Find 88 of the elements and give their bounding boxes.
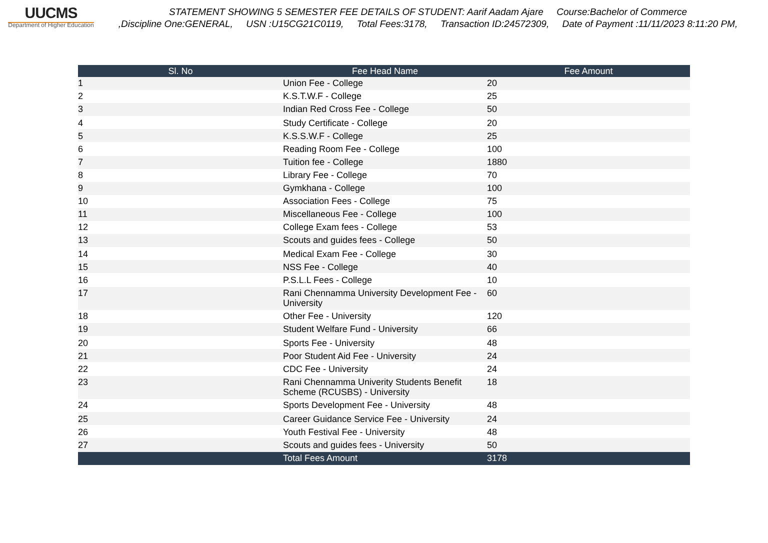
table-cell-text: 18 xyxy=(78,311,90,322)
table-cell-text: 20 xyxy=(487,118,498,128)
table-cell-text: 14 xyxy=(78,248,90,260)
table-cell-text: 24 xyxy=(487,364,498,374)
table-cell-text: 26 xyxy=(78,426,90,438)
table-cell-text: Poor Student Aid Fee - University xyxy=(283,350,418,362)
table-cell-text: College Exam fees - College xyxy=(283,222,398,233)
table-cell-text: 18 xyxy=(487,376,498,389)
table-cell-text: 48 xyxy=(487,400,498,411)
table-cell-text: 1 xyxy=(78,78,84,89)
table-cell-text: 2 xyxy=(78,91,84,102)
table-cell-text: Scouts and guides fees - University xyxy=(283,440,426,450)
table-cell-text: Miscellaneous Fee - College xyxy=(283,209,398,220)
table-cell-text: 19 xyxy=(78,324,90,335)
table-cell-text: Gymkhana - College xyxy=(283,183,366,194)
table-cell-text: Indian Red Cross Fee - College xyxy=(283,104,410,115)
table-cell-text: 4 xyxy=(78,118,84,128)
table-cell-text: 66 xyxy=(487,324,498,335)
table-cell-text: 24 xyxy=(78,400,90,411)
table-cell-text: 23 xyxy=(78,376,90,389)
column-header: Fee Amount xyxy=(564,66,613,76)
table-cell-text: 17 xyxy=(78,288,90,300)
table-cell-text: NSS Fee - College xyxy=(283,262,360,272)
table-cell-text: Student Welfare Fund - University xyxy=(283,324,419,335)
table-cell-text: 50 xyxy=(487,235,498,246)
table-cell-text: Scouts and guides fees - College xyxy=(283,235,416,246)
table-cell-text: 10 xyxy=(78,196,90,207)
table-cell-text: 25 xyxy=(78,414,90,424)
table-cell-text: Tuition fee - College xyxy=(283,156,364,168)
table-cell-text: 27 xyxy=(78,440,90,450)
table-cell-text: Study Certificate - College xyxy=(283,118,389,128)
table-cell-text: 8 xyxy=(78,170,84,180)
table-cell-text: Rani Chennamma Univerity Students Benefit Scheme (RCUSBS) - University xyxy=(283,376,463,398)
table-cell-text: 1880 xyxy=(487,156,508,168)
table-cell-text: 53 xyxy=(487,222,498,233)
table-cell-text: 9 xyxy=(78,183,84,194)
table-cell-text: CDC Fee - University xyxy=(283,364,370,374)
table-cell-text: 16 xyxy=(78,274,90,286)
table-cell-text: 24 xyxy=(487,350,498,362)
table-cell-text: 21 xyxy=(78,350,90,362)
table-cell-text: 25 xyxy=(487,130,498,142)
table-cell-text: Library Fee - College xyxy=(283,170,368,180)
table-cell-text: 75 xyxy=(487,196,498,207)
table-cell-text: 100 xyxy=(487,209,504,220)
total-value: 3178 xyxy=(487,452,508,464)
table-cell-text: 48 xyxy=(487,338,498,348)
table-cell-text: K.S.T.W.F - College xyxy=(283,91,363,102)
table-cell-text: 6 xyxy=(78,144,84,154)
table-cell-text: Sports Development Fee - University xyxy=(283,400,432,411)
table-cell-text: 100 xyxy=(487,144,504,154)
table-cell-text: 15 xyxy=(78,262,90,272)
table-cell-text: Sports Fee - University xyxy=(283,338,376,348)
table-cell-text: 12 xyxy=(78,222,90,233)
table-cell-text: 22 xyxy=(78,364,90,374)
statement-details: ,Discipline One:GENERAL, USN :U15CG21C0119, Total Fees:3178, Transaction ID:24572309, Date of Payment :11/11/2023 8:11:20 PM, xyxy=(118,19,738,31)
table-cell-text: 50 xyxy=(487,440,498,450)
table-cell-text: Medical Exam Fee - College xyxy=(283,248,398,260)
table-cell-text: 11 xyxy=(78,209,88,220)
table-cell-text: 70 xyxy=(487,170,498,180)
table-cell-text: 13 xyxy=(78,235,90,246)
table-cell-text: 40 xyxy=(487,262,498,272)
table-cell-text: 7 xyxy=(78,156,84,168)
table-cell-text: 20 xyxy=(78,338,90,348)
table-cell-text: 30 xyxy=(487,248,498,260)
column-header: Sl. No xyxy=(168,66,193,76)
table-cell-text: Union Fee - College xyxy=(283,78,364,89)
table-cell-text: 100 xyxy=(487,183,504,194)
total-label: Total Fees Amount xyxy=(283,452,359,464)
table-cell-text: P.S.L.L Fees - College xyxy=(283,274,374,286)
table-cell-text: Other Fee - University xyxy=(283,311,372,322)
table-cell-text: 20 xyxy=(487,78,498,89)
table-cell-text: 10 xyxy=(487,274,498,286)
column-header: Fee Head Name xyxy=(352,66,418,76)
table-cell-text: Reading Room Fee - College xyxy=(283,144,401,154)
table-cell-text: 48 xyxy=(487,426,498,438)
table-cell-text: 3 xyxy=(78,104,84,115)
table-cell-text: Association Fees - College xyxy=(283,196,392,207)
table-cell-text: 60 xyxy=(487,288,498,300)
table-cell-text: Career Guidance Service Fee - University xyxy=(283,414,451,424)
statement-title: STATEMENT SHOWING 5 SEMESTER FEE DETAILS OF STUDENT: Aarif Aadam Ajare Course:Bachelor of Commerce xyxy=(168,7,688,19)
table-cell-text: 24 xyxy=(487,414,498,424)
table-cell-text: Rani Chennamma University Development Fee - University xyxy=(283,288,478,309)
table-cell-text: 25 xyxy=(487,91,498,102)
table-cell-text: 120 xyxy=(487,311,504,322)
table-cell-text: K.S.S.W.F - College xyxy=(283,130,364,142)
table-cell-text: 5 xyxy=(78,130,84,142)
table-cell-text: Youth Festival Fee - University xyxy=(283,426,406,438)
table-cell-text: 50 xyxy=(487,104,498,115)
